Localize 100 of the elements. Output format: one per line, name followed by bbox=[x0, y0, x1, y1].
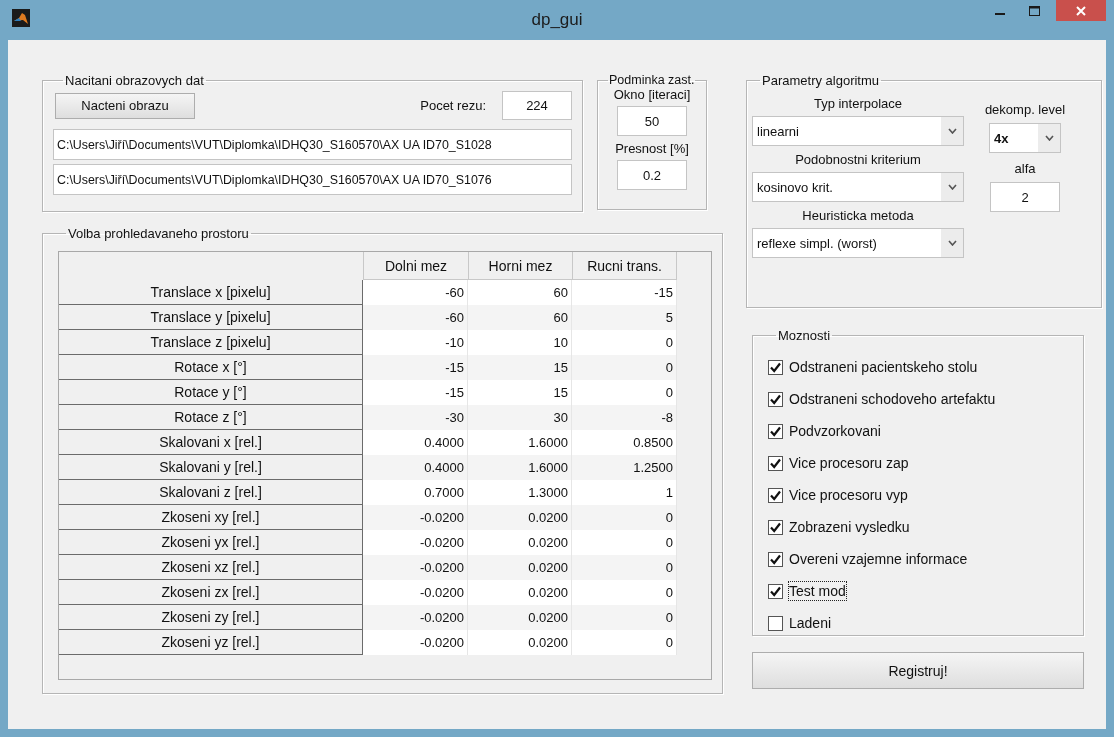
table-cell[interactable]: -15 bbox=[363, 355, 468, 380]
close-icon bbox=[1076, 5, 1086, 16]
table-cell[interactable]: 0.0200 bbox=[468, 630, 572, 655]
table-cell[interactable]: 0 bbox=[572, 380, 677, 405]
table-cell[interactable]: 0.0200 bbox=[468, 505, 572, 530]
row-header: Skalovani y [rel.] bbox=[59, 455, 363, 480]
table-cell[interactable]: 0 bbox=[572, 505, 677, 530]
checkbox[interactable] bbox=[768, 615, 783, 631]
field-label: Typ interpolace bbox=[812, 96, 904, 111]
table-cell[interactable]: -0.0200 bbox=[363, 630, 468, 655]
group-title: Moznosti bbox=[777, 328, 832, 343]
table-cell[interactable]: 15 bbox=[468, 355, 572, 380]
table-cell[interactable]: 0 bbox=[572, 330, 677, 355]
input-field[interactable]: 0.2 bbox=[617, 160, 687, 190]
table-cell[interactable]: 0.4000 bbox=[363, 430, 468, 455]
checkbox[interactable] bbox=[768, 391, 783, 407]
table-cell[interactable]: 5 bbox=[572, 305, 677, 330]
input-field[interactable]: 2 bbox=[990, 182, 1060, 212]
table-cell[interactable]: 1.3000 bbox=[468, 480, 572, 505]
table-cell[interactable]: 0.8500 bbox=[572, 430, 677, 455]
table-cell[interactable]: 0 bbox=[572, 605, 677, 630]
close-button[interactable] bbox=[1056, 0, 1106, 21]
maximize-icon bbox=[1028, 5, 1040, 16]
table-cell[interactable]: 60 bbox=[468, 280, 572, 305]
chevron-icon bbox=[947, 184, 957, 190]
field-label: alfa bbox=[1014, 161, 1036, 176]
dropdown[interactable]: reflexe simpl. (worst) bbox=[752, 228, 964, 258]
table-cell[interactable]: 0.0200 bbox=[468, 605, 572, 630]
table-cell[interactable]: 10 bbox=[468, 330, 572, 355]
table-cell[interactable]: -30 bbox=[363, 405, 468, 430]
checkbox-label: Odstraneni schodoveho artefaktu bbox=[788, 390, 997, 409]
checkbox[interactable] bbox=[768, 487, 783, 503]
app-icon bbox=[12, 9, 30, 27]
window-title: dp_gui bbox=[531, 9, 583, 30]
checkbox[interactable] bbox=[768, 359, 783, 375]
checkbox-label: Zobrazeni vysledku bbox=[788, 518, 911, 537]
table-cell[interactable]: 60 bbox=[468, 305, 572, 330]
checkbox[interactable] bbox=[768, 519, 783, 535]
table-cell[interactable]: 1.6000 bbox=[468, 455, 572, 480]
row-header: Rotace y [°] bbox=[59, 380, 363, 405]
chevron-icon bbox=[947, 128, 957, 134]
checkbox[interactable] bbox=[768, 551, 783, 567]
dropdown[interactable]: 4x bbox=[989, 123, 1061, 153]
row-header: Zkoseni zx [rel.] bbox=[59, 580, 363, 605]
chevron-icon bbox=[947, 240, 957, 246]
dropdown[interactable]: linearni bbox=[752, 116, 964, 146]
table-cell[interactable]: -8 bbox=[572, 405, 677, 430]
chevron-icon bbox=[1044, 135, 1054, 141]
input-field[interactable]: C:\Users\Jiří\Documents\VUT\Diplomka\IDHQ30_S160570\AX UA ID70_S1028 bbox=[53, 129, 572, 160]
group-title: Podminka zast. bbox=[608, 73, 696, 87]
table-cell[interactable]: 0.0200 bbox=[468, 555, 572, 580]
table-cell[interactable]: -60 bbox=[363, 280, 468, 305]
row-header: Zkoseni yx [rel.] bbox=[59, 530, 363, 555]
table-cell[interactable]: 0 bbox=[572, 630, 677, 655]
group-title: Nacitani obrazovych dat bbox=[64, 73, 205, 88]
table-cell[interactable]: 0 bbox=[572, 580, 677, 605]
table-cell[interactable]: -15 bbox=[363, 380, 468, 405]
checkbox-label: Odstraneni pacientskeho stolu bbox=[788, 358, 979, 377]
row-header: Rotace z [°] bbox=[59, 405, 363, 430]
table-cell[interactable]: 0 bbox=[572, 555, 677, 580]
table-cell[interactable]: 0 bbox=[572, 530, 677, 555]
field-label: Heuristicka metoda bbox=[801, 208, 915, 223]
table-cell[interactable]: 1.6000 bbox=[468, 430, 572, 455]
field-label: Podobnostni kriterium bbox=[794, 152, 922, 167]
group-title: Parametry algoritmu bbox=[761, 73, 881, 88]
checkbox-label: Overeni vzajemne informace bbox=[788, 550, 969, 569]
table-cell[interactable]: -15 bbox=[572, 280, 677, 305]
input-field[interactable]: 50 bbox=[617, 106, 687, 136]
table-cell[interactable]: 15 bbox=[468, 380, 572, 405]
checkbox[interactable] bbox=[768, 455, 783, 471]
table-cell[interactable]: 1 bbox=[572, 480, 677, 505]
table-cell[interactable]: 0.7000 bbox=[363, 480, 468, 505]
checkbox[interactable] bbox=[768, 423, 783, 439]
table-cell[interactable]: -0.0200 bbox=[363, 530, 468, 555]
table-cell[interactable]: -0.0200 bbox=[363, 605, 468, 630]
table-cell[interactable]: 0.0200 bbox=[468, 530, 572, 555]
row-header: Translace x [pixelu] bbox=[59, 280, 363, 305]
checkbox[interactable] bbox=[768, 583, 783, 599]
table-cell[interactable]: -60 bbox=[363, 305, 468, 330]
register-button[interactable]: Registruj! bbox=[752, 652, 1084, 689]
table-cell[interactable]: 1.2500 bbox=[572, 455, 677, 480]
input-field[interactable]: 224 bbox=[502, 91, 572, 120]
table-cell[interactable]: 0 bbox=[572, 355, 677, 380]
dropdown[interactable]: kosinovo krit. bbox=[752, 172, 964, 202]
field-label: Okno [iteraci] bbox=[613, 87, 691, 102]
table-cell[interactable]: -0.0200 bbox=[363, 555, 468, 580]
table-cell[interactable]: -0.0200 bbox=[363, 580, 468, 605]
table-cell[interactable]: -10 bbox=[363, 330, 468, 355]
row-header: Translace y [pixelu] bbox=[59, 305, 363, 330]
table-cell[interactable]: 30 bbox=[468, 405, 572, 430]
input-field[interactable]: C:\Users\Jiří\Documents\VUT\Diplomka\IDHQ30_S160570\AX UA ID70_S1076 bbox=[53, 164, 572, 195]
table-cell[interactable]: 0.4000 bbox=[363, 455, 468, 480]
load-button[interactable]: Nacteni obrazu bbox=[55, 92, 195, 119]
table-cell[interactable]: -0.0200 bbox=[363, 505, 468, 530]
checkbox-label: Podvzorkovani bbox=[788, 422, 882, 441]
minimize-icon bbox=[995, 12, 1005, 15]
row-header: Zkoseni yz [rel.] bbox=[59, 630, 363, 655]
table-cell[interactable]: 0.0200 bbox=[468, 580, 572, 605]
group-title: Volba prohledavaneho prostoru bbox=[67, 226, 250, 241]
row-header: Zkoseni xz [rel.] bbox=[59, 555, 363, 580]
